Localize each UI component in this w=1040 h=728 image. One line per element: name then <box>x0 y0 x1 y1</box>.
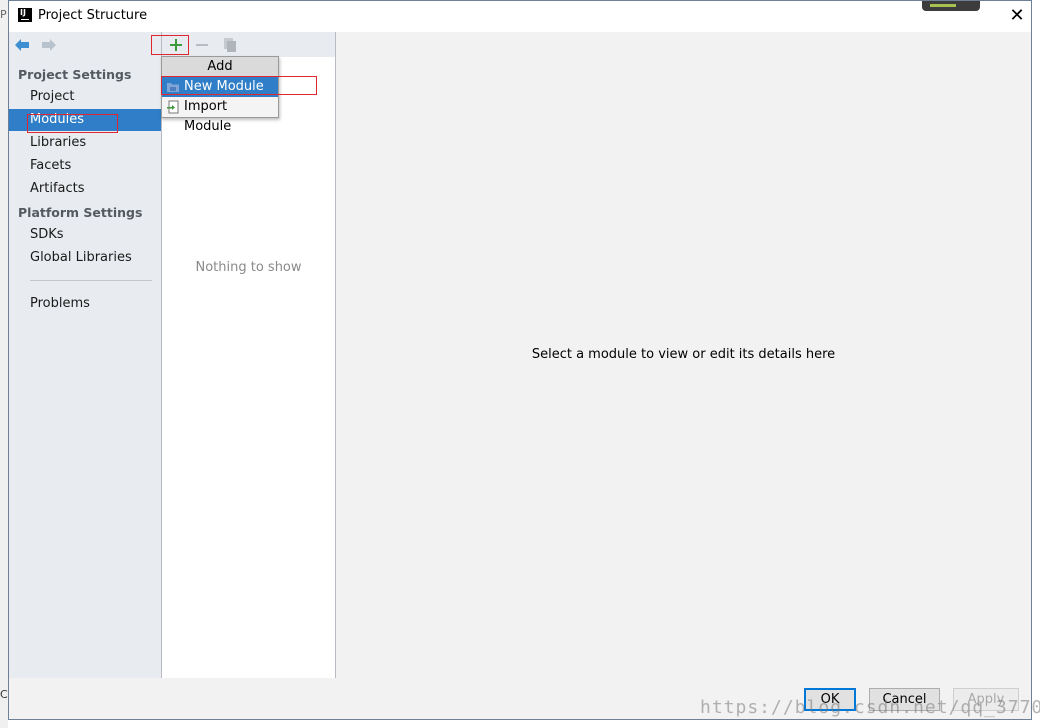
project-settings-header: Project Settings <box>18 67 132 82</box>
ok-button[interactable]: OK <box>804 688 856 711</box>
apply-button[interactable]: Apply <box>953 688 1019 711</box>
folder-module-icon <box>167 83 179 92</box>
platform-settings-header: Platform Settings <box>18 205 143 220</box>
sidebar-item-artifacts[interactable]: Artifacts <box>9 178 161 200</box>
cancel-button[interactable]: Cancel <box>869 688 940 711</box>
back-arrow-icon[interactable] <box>14 38 30 52</box>
sidebar-item-project[interactable]: Project <box>9 86 161 108</box>
window-title: Project Structure <box>38 8 148 23</box>
sidebar-item-sdks[interactable]: SDKs <box>9 224 161 246</box>
import-module-icon <box>167 100 179 114</box>
add-plus-icon[interactable] <box>167 36 185 54</box>
menu-item-import-module-label: Import Module <box>184 99 232 134</box>
background-edge-text-top: P <box>0 8 7 21</box>
forward-arrow-icon[interactable] <box>41 38 57 52</box>
intellij-app-icon: IJ <box>18 8 32 22</box>
module-list-toolbar <box>162 32 335 57</box>
empty-list-text: Nothing to show <box>195 260 302 275</box>
progress-indicator-icon <box>922 1 980 11</box>
sidebar-item-problems[interactable]: Problems <box>9 293 161 315</box>
details-pane: Select a module to view or edit its deta… <box>336 32 1031 678</box>
details-placeholder-text: Select a module to view or edit its deta… <box>531 347 836 362</box>
sidebar-divider <box>30 280 152 281</box>
sidebar-item-modules[interactable]: Modules <box>9 109 161 131</box>
close-button[interactable]: ✕ <box>1003 3 1031 29</box>
sidebar-item-facets[interactable]: Facets <box>9 155 161 177</box>
add-popup-menu: Add New Module Import Module <box>161 56 279 134</box>
menu-item-new-module[interactable]: New Module <box>162 77 278 97</box>
copy-icon[interactable] <box>221 36 239 54</box>
title-bar: IJ Project Structure ✕ <box>9 1 1031 32</box>
sidebar-item-global-libraries[interactable]: Global Libraries <box>9 247 161 269</box>
menu-item-new-module-label: New Module <box>184 79 264 94</box>
sidebar-item-libraries[interactable]: Libraries <box>9 132 161 154</box>
settings-sidebar: Project Settings Project Modules Librari… <box>9 32 162 678</box>
remove-minus-icon[interactable] <box>193 36 211 54</box>
background-edge-text-bottom: C <box>0 688 8 701</box>
dialog-button-bar: OK Cancel Apply <box>9 678 1031 719</box>
background-app-edge <box>0 0 8 728</box>
add-popup-header: Add <box>162 57 278 78</box>
menu-item-import-module[interactable]: Import Module <box>162 97 278 134</box>
